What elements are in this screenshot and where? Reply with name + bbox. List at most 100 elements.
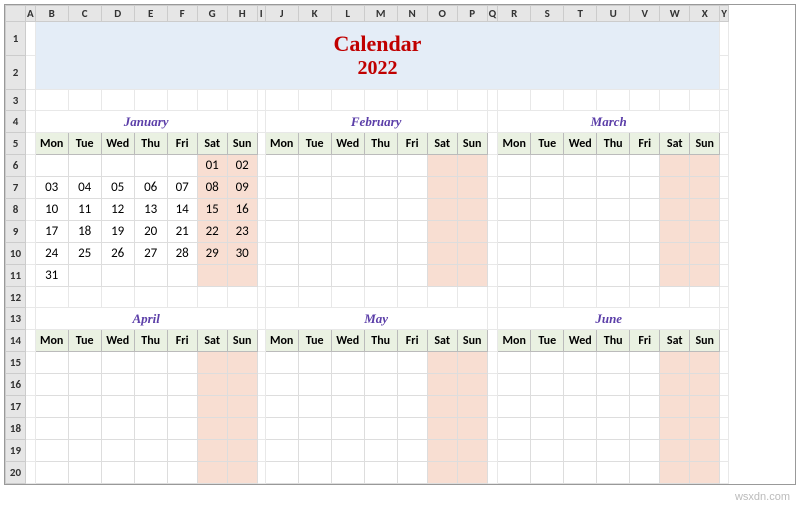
col-header[interactable]: W	[660, 6, 690, 22]
cell[interactable]: 11	[68, 199, 101, 221]
cell[interactable]	[690, 440, 720, 462]
cell[interactable]	[26, 90, 36, 111]
cell[interactable]	[498, 177, 531, 199]
row-header[interactable]: 8	[6, 199, 26, 221]
row-header[interactable]: 2	[6, 56, 26, 90]
cell[interactable]	[630, 90, 660, 111]
cell[interactable]	[630, 243, 660, 265]
cell[interactable]	[564, 287, 597, 308]
cell[interactable]	[26, 462, 36, 484]
cell[interactable]	[397, 396, 427, 418]
cell[interactable]	[660, 265, 690, 287]
cell[interactable]	[227, 440, 257, 462]
cell[interactable]: Wed	[564, 133, 597, 155]
row-header[interactable]: 10	[6, 243, 26, 265]
cell[interactable]: Sun	[690, 330, 720, 352]
row-header[interactable]: 12	[6, 287, 26, 308]
cell[interactable]	[298, 221, 331, 243]
cell[interactable]	[597, 199, 630, 221]
cell[interactable]: Calendar2022	[35, 22, 720, 90]
cell[interactable]	[35, 440, 68, 462]
cell[interactable]: Wed	[101, 133, 134, 155]
cell[interactable]	[331, 265, 364, 287]
cell[interactable]	[68, 155, 101, 177]
cell[interactable]	[35, 396, 68, 418]
cell[interactable]	[364, 287, 397, 308]
cell[interactable]	[397, 265, 427, 287]
cell[interactable]	[35, 374, 68, 396]
cell[interactable]: Tue	[298, 133, 331, 155]
cell[interactable]	[427, 155, 457, 177]
cell[interactable]	[630, 177, 660, 199]
cell[interactable]: February	[265, 111, 487, 133]
cell[interactable]	[364, 440, 397, 462]
cell[interactable]: 30	[227, 243, 257, 265]
col-header[interactable]: V	[630, 6, 660, 22]
cell[interactable]	[690, 462, 720, 484]
cell[interactable]: 24	[35, 243, 68, 265]
cell[interactable]	[630, 155, 660, 177]
cell[interactable]	[331, 155, 364, 177]
cell[interactable]	[690, 155, 720, 177]
cell[interactable]	[167, 352, 197, 374]
cell[interactable]: 13	[134, 199, 167, 221]
cell[interactable]	[364, 199, 397, 221]
cell[interactable]	[487, 90, 498, 111]
cell[interactable]: Mon	[265, 330, 298, 352]
cell[interactable]: Thu	[134, 330, 167, 352]
cell[interactable]	[720, 330, 729, 352]
cell[interactable]	[720, 221, 729, 243]
cell[interactable]: Sun	[690, 133, 720, 155]
cell[interactable]	[660, 155, 690, 177]
cell[interactable]	[265, 462, 298, 484]
cell[interactable]	[257, 177, 265, 199]
cell[interactable]	[487, 462, 498, 484]
cell[interactable]	[298, 90, 331, 111]
cell[interactable]	[35, 418, 68, 440]
cell[interactable]	[720, 440, 729, 462]
col-header[interactable]: J	[265, 6, 298, 22]
cell[interactable]	[26, 155, 36, 177]
col-header[interactable]: G	[197, 6, 227, 22]
cell[interactable]	[26, 440, 36, 462]
cell[interactable]	[364, 352, 397, 374]
cell[interactable]	[564, 177, 597, 199]
cell[interactable]	[498, 462, 531, 484]
cell[interactable]	[35, 155, 68, 177]
cell[interactable]	[720, 396, 729, 418]
cell[interactable]: Sun	[457, 330, 487, 352]
cell[interactable]: Mon	[35, 330, 68, 352]
cell[interactable]: 28	[167, 243, 197, 265]
cell[interactable]	[427, 440, 457, 462]
cell[interactable]	[134, 418, 167, 440]
cell[interactable]	[597, 440, 630, 462]
cell[interactable]	[101, 265, 134, 287]
cell[interactable]	[197, 352, 227, 374]
cell[interactable]	[298, 199, 331, 221]
cell[interactable]: 31	[35, 265, 68, 287]
cell[interactable]	[298, 243, 331, 265]
cell[interactable]	[257, 111, 265, 133]
cell[interactable]	[660, 287, 690, 308]
cell[interactable]	[26, 133, 36, 155]
cell[interactable]	[265, 199, 298, 221]
cell[interactable]	[720, 111, 729, 133]
cell[interactable]	[265, 155, 298, 177]
cell[interactable]	[427, 199, 457, 221]
cell[interactable]	[690, 177, 720, 199]
cell[interactable]	[457, 199, 487, 221]
cell[interactable]: 21	[167, 221, 197, 243]
cell[interactable]	[364, 265, 397, 287]
cell[interactable]	[101, 462, 134, 484]
cell[interactable]: Tue	[531, 330, 564, 352]
cell[interactable]	[26, 199, 36, 221]
cell[interactable]	[331, 440, 364, 462]
cell[interactable]	[531, 418, 564, 440]
col-header[interactable]: P	[457, 6, 487, 22]
row-header[interactable]: 18	[6, 418, 26, 440]
cell[interactable]	[720, 199, 729, 221]
cell[interactable]	[197, 90, 227, 111]
col-header[interactable]: N	[397, 6, 427, 22]
cell[interactable]: May	[265, 308, 487, 330]
cell[interactable]	[227, 396, 257, 418]
